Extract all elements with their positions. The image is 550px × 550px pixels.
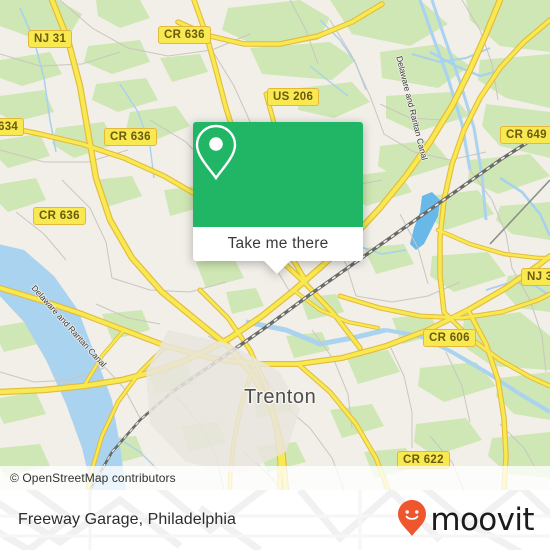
moovit-wordmark: moovit bbox=[430, 501, 534, 538]
openstreetmap-attribution: © OpenStreetMap contributors bbox=[10, 471, 176, 485]
moovit-logo[interactable]: moovit bbox=[397, 490, 535, 550]
map-screenshot: Trenton Delaware and Raritan Canal Delaw… bbox=[0, 0, 550, 550]
road-shield: CR 636 bbox=[104, 128, 157, 146]
road-shield: CR 636 bbox=[33, 207, 86, 225]
road-shield: CR 606 bbox=[423, 329, 476, 347]
road-shield: NJ 31 bbox=[28, 30, 73, 48]
callout-icon-panel bbox=[193, 122, 363, 227]
take-me-there-label: Take me there bbox=[227, 235, 329, 252]
road-shield: CR 649 bbox=[500, 126, 550, 144]
take-me-there-button[interactable]: Take me there bbox=[193, 227, 363, 261]
road-shield: CR 636 bbox=[158, 26, 211, 44]
road-shield: 634 bbox=[0, 118, 25, 136]
location-callout-card[interactable]: Take me there bbox=[193, 122, 363, 274]
map-city-label: Trenton bbox=[244, 386, 317, 408]
callout-pointer-tail bbox=[263, 260, 291, 274]
footer-bar: Freeway Garage, Philadelphia moovit bbox=[0, 490, 550, 550]
road-shield: NJ 3 bbox=[521, 268, 550, 286]
moovit-pin-smile-icon bbox=[397, 499, 427, 542]
map-attribution-bar: © OpenStreetMap contributors bbox=[0, 466, 550, 490]
map-canvas[interactable]: Trenton Delaware and Raritan Canal Delaw… bbox=[0, 0, 550, 490]
road-shield: US 206 bbox=[267, 88, 320, 106]
place-title: Freeway Garage, Philadelphia bbox=[18, 511, 237, 528]
